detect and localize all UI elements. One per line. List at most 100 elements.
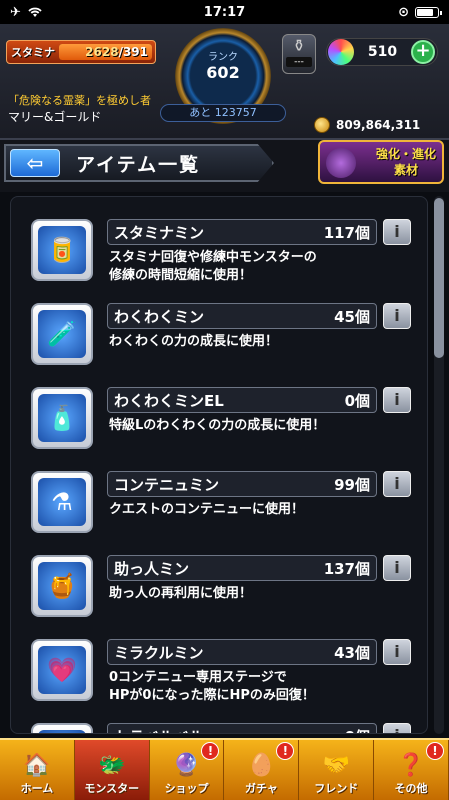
item-count: 137個 [323,559,370,578]
orb-icon [328,39,354,65]
evolve-label-line2: 素材 [393,163,418,177]
item-description: わくわくの力の成長に使用！ [109,334,279,349]
gold-value: 809,864,311 [336,118,421,132]
add-orb-button[interactable]: + [411,40,435,64]
info-button[interactable]: i [383,555,411,581]
stamina-value: 2628/391 [85,44,148,60]
item-namebar: わくわくミンEL 0個 [107,387,377,413]
item-description: スタミナ回復や修練中モンスターの 修練の時間短縮に使用！ [109,250,317,283]
stamina-bar: 2628/391 [59,44,152,60]
notification-badge: ! [201,742,220,760]
item-icon-frame[interactable]: 🍯 [31,555,93,617]
item-row[interactable]: 💗 ミラクルミン 43個 i 0コンテニュー専用ステージで HPが0になった際にHPのみ… [11,631,427,715]
item-icon-frame[interactable]: 💗 [31,639,93,701]
status-bar: ✈ 17:17 ⊙ [0,0,449,24]
item-count: 43個 [334,643,370,662]
monster-icon: 🐲 [98,753,126,778]
potion-value: --- [286,57,312,67]
stamina-max: /391 [118,45,148,59]
orb-counter: 510 + [326,38,438,66]
nav-label: モンスター [84,782,140,795]
item-icon-frame[interactable]: 🧴 [31,387,93,449]
item-row[interactable]: 🥫 スタミナミン 117個 i スタミナ回復や修練中モンスターの 修練の時間短縮に使用！ [11,211,427,295]
nav-other[interactable]: ❓ その他! [374,740,449,800]
title-plate: ⇦ アイテム一覧 [4,144,274,182]
info-button[interactable]: i [383,471,411,497]
item-row[interactable]: ⚗ コンテニュミン 99個 i クエストのコンテニューに使用！ [11,463,427,547]
item-namebar: わくわくミン 45個 [107,303,377,329]
nav-label: ホーム [20,782,54,795]
potion-button[interactable]: ⚱ --- [282,34,316,74]
info-button[interactable]: i [383,219,411,245]
info-button[interactable]: i [383,723,411,733]
evolve-material-button[interactable]: 強化・進化 素材 [318,140,444,184]
stamina-current: 2628 [85,45,119,59]
item-icon-frame[interactable]: 🥫 [31,219,93,281]
rank-inner: ランク 602 [195,48,251,104]
item-row[interactable]: 🧴 わくわくミンEL 0個 i 特級Lのわくわくの力の成長に使用！ [11,379,427,463]
evolve-label-line1: 強化・進化 [375,147,436,161]
potion-icon: ⚗ [38,478,86,526]
page-title: アイテム一覧 [76,153,201,176]
player-name: マリー&ゴールド [8,110,102,124]
orb-count: 510 [367,44,398,60]
bottle-el-icon: 🧴 [38,394,86,442]
info-button[interactable]: i [383,303,411,329]
item-name: 助っ人ミン [114,559,190,578]
coin-icon [314,117,330,133]
item-namebar: トラベルベル 0個 [107,723,377,734]
item-namebar: 助っ人ミン 137個 [107,555,377,581]
nav-label: その他 [394,782,428,795]
nav-friend[interactable]: 🤝 フレンド [299,740,375,800]
info-button[interactable]: i [383,639,411,665]
item-description: 0コンテニュー専用ステージで HPが0になった際にHPのみ回復！ [109,670,315,703]
nav-label: フレンド [314,782,359,795]
nav-shop[interactable]: 🔮 ショップ! [150,740,225,800]
item-row[interactable]: 🍯 助っ人ミン 137個 i 助っ人の再利用に使用！ [11,547,427,631]
rotation-lock-icon: ⊙ [398,4,409,20]
page-bar: ⇦ アイテム一覧 強化・進化 素材 [0,140,449,192]
gacha-icon: 🥚 [247,753,276,778]
item-name: トラベルベル [114,726,204,734]
wifi-icon [28,7,42,17]
item-namebar: スタミナミン 117個 [107,219,377,245]
status-left: ✈ [10,5,130,20]
nav-monster[interactable]: 🐲 モンスター [74,740,150,800]
item-row[interactable]: 🧪 わくわくミン 45個 i わくわくの力の成長に使用！ [11,295,427,379]
other-icon: ❓ [397,753,425,778]
rank-next-exp: あと 123757 [160,104,286,122]
header: スタミナ 2628/391 「危険なる霊薬」を極めし者 マリー&ゴールド ランク… [0,24,449,140]
shop-icon: 🔮 [172,753,201,778]
bottom-nav: 🏠 ホーム 🐲 モンスター 🔮 ショップ! 🥚 ガチャ! 🤝 フレンド ❓ その他! [0,738,449,800]
item-icon-frame[interactable]: 🧪 [31,303,93,365]
airplane-icon: ✈ [10,4,21,20]
bell-icon: 🔔 [38,730,86,733]
battery-level [417,8,434,16]
can-icon: 🥫 [38,226,86,274]
item-namebar: コンテニュミン 99個 [107,471,377,497]
player-title: 「危険なる霊薬」を極めし者 [8,94,151,107]
nav-home[interactable]: 🏠 ホーム [0,740,75,800]
status-time: 17:17 [203,4,246,20]
stamina-gauge[interactable]: スタミナ 2628/391 [6,40,156,64]
item-description: クエストのコンテニューに使用！ [109,502,305,517]
item-description: 助っ人の再利用に使用！ [109,586,253,601]
notification-badge: ! [425,742,444,760]
nav-label: ショップ [164,782,209,795]
item-description: 特級Lのわくわくの力の成長に使用！ [109,418,326,433]
back-button[interactable]: ⇦ [10,149,60,177]
nav-gacha[interactable]: 🥚 ガチャ! [224,740,300,800]
item-list[interactable]: 🥫 スタミナミン 117個 i スタミナ回復や修練中モンスターの 修練の時間短縮に使用！… [10,196,428,734]
item-namebar: ミラクルミン 43個 [107,639,377,665]
item-icon-frame[interactable]: 🔔 [31,723,93,733]
scrollbar[interactable] [434,196,444,734]
scroll-thumb[interactable] [434,198,444,358]
item-count: 0個 [345,726,370,734]
info-button[interactable]: i [383,387,411,413]
item-icon-frame[interactable]: ⚗ [31,471,93,533]
status-right: ⊙ [319,4,442,20]
item-row[interactable]: 🔔 トラベルベル 0個 i [11,715,427,734]
evolve-label: 強化・進化 素材 [376,146,436,178]
evolve-monster-icon [326,148,356,178]
heart-bottle-icon: 💗 [38,646,86,694]
